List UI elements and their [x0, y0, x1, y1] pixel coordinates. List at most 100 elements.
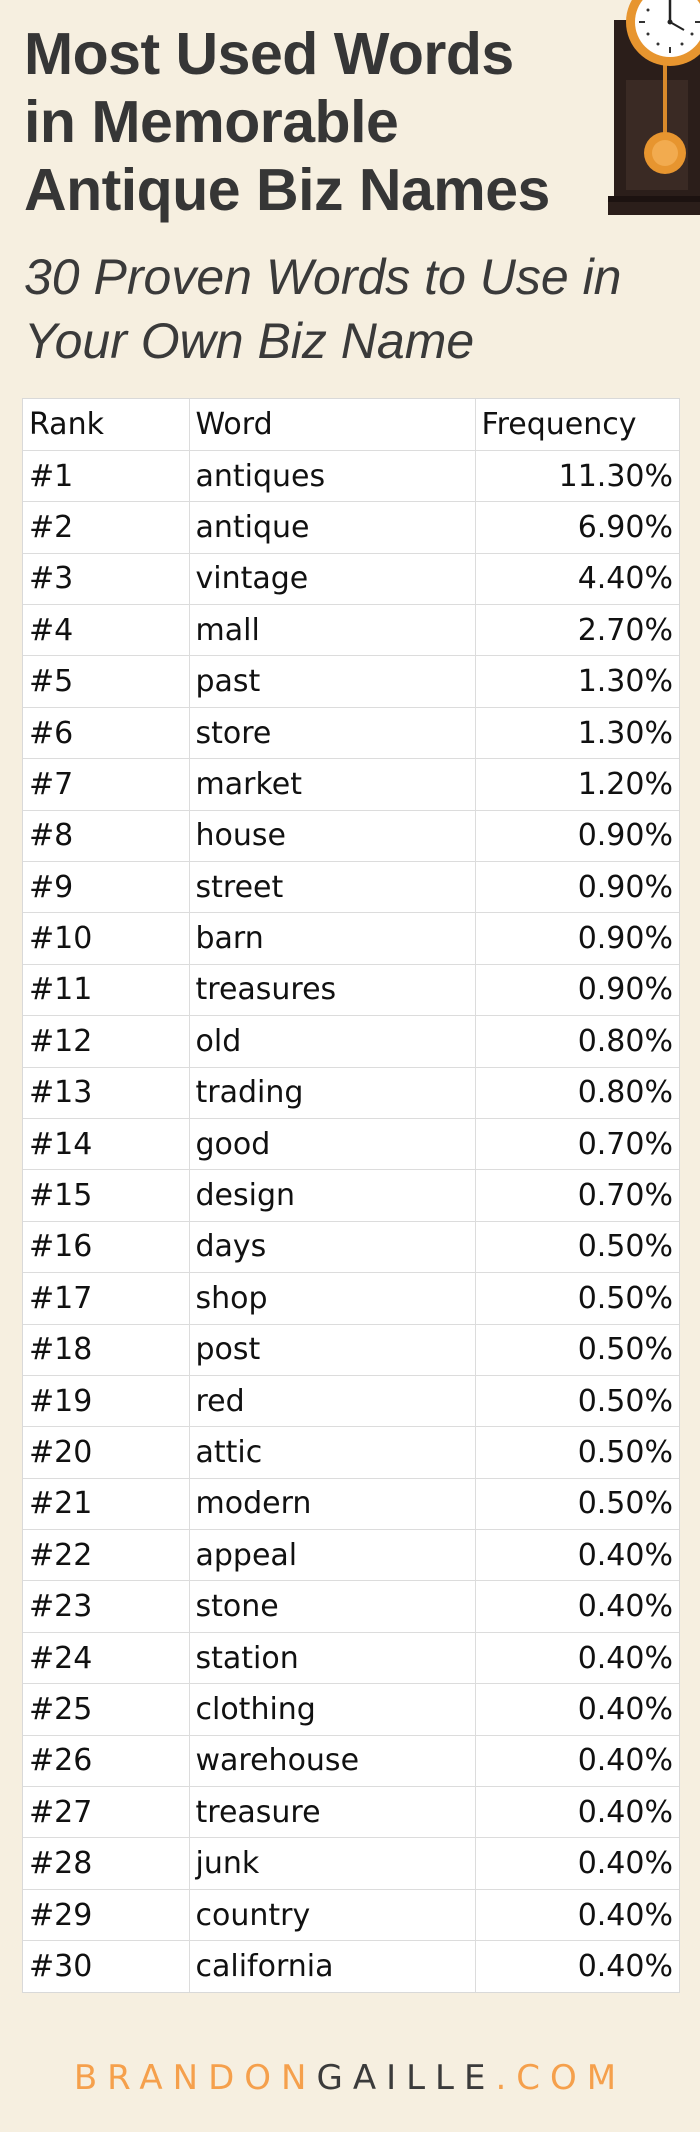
- title-line-1: Most Used Words: [24, 21, 514, 87]
- rank-cell: #28: [23, 1837, 190, 1890]
- frequency-cell: 0.40%: [475, 1837, 679, 1890]
- word-cell: modern: [189, 1478, 476, 1531]
- rank-cell: #14: [23, 1118, 190, 1171]
- table-row: #14 good 0.70%: [23, 1118, 679, 1171]
- table-row: #1 antiques 11.30%: [23, 450, 679, 503]
- word-cell: trading: [189, 1067, 476, 1119]
- word-cell: barn: [189, 912, 476, 965]
- frequency-cell: 0.70%: [475, 1118, 679, 1171]
- rank-cell: #27: [23, 1786, 190, 1839]
- word-cell: clothing: [189, 1683, 476, 1736]
- rank-cell: #12: [23, 1015, 190, 1068]
- word-cell: street: [189, 861, 476, 914]
- word-cell: red: [189, 1375, 476, 1428]
- table-row: #23 stone 0.40%: [23, 1580, 679, 1633]
- table-row: #17 shop 0.50%: [23, 1272, 679, 1325]
- table-row: #20 attic 0.50%: [23, 1426, 679, 1479]
- word-cell: antique: [189, 501, 476, 554]
- title-line-3: Antique Biz Names: [24, 157, 550, 223]
- word-cell: station: [189, 1632, 476, 1685]
- frequency-cell: 0.40%: [475, 1683, 679, 1736]
- frequency-cell: 0.90%: [475, 964, 679, 1017]
- table-row: #22 appeal 0.40%: [23, 1529, 679, 1582]
- rank-cell: #16: [23, 1221, 190, 1274]
- frequency-cell: 0.90%: [475, 861, 679, 914]
- grandfather-clock-icon: [604, 0, 700, 220]
- word-cell: junk: [189, 1837, 476, 1890]
- rank-cell: #26: [23, 1735, 190, 1788]
- word-cell: appeal: [189, 1529, 476, 1582]
- table-row: #19 red 0.50%: [23, 1375, 679, 1428]
- table-body: #1 antiques 11.30% #2 antique 6.90% #3 vintage 4…: [23, 450, 679, 1993]
- table-row: #8 house 0.90%: [23, 810, 679, 863]
- footer-brand-part-3: .COM: [495, 2058, 627, 2098]
- rank-cell: #4: [23, 604, 190, 657]
- frequency-cell: 2.70%: [475, 604, 679, 657]
- frequency-cell: 0.40%: [475, 1529, 679, 1582]
- rank-cell: #11: [23, 964, 190, 1017]
- table-row: #27 treasure 0.40%: [23, 1786, 679, 1839]
- rank-cell: #24: [23, 1632, 190, 1685]
- table-row: #25 clothing 0.40%: [23, 1683, 679, 1736]
- rank-cell: #29: [23, 1889, 190, 1942]
- rank-cell: #13: [23, 1067, 190, 1119]
- table-row: #11 treasures 0.90%: [23, 964, 679, 1017]
- table-row: #4 mall 2.70%: [23, 604, 679, 657]
- frequency-cell: 0.40%: [475, 1632, 679, 1685]
- frequency-cell: 6.90%: [475, 501, 679, 554]
- rank-cell: #7: [23, 758, 190, 811]
- table-row: #18 post 0.50%: [23, 1324, 679, 1376]
- table-row: #6 store 1.30%: [23, 707, 679, 760]
- column-header-frequency: Frequency: [475, 399, 679, 451]
- table-row: #12 old 0.80%: [23, 1015, 679, 1068]
- rank-cell: #30: [23, 1940, 190, 1993]
- word-cell: good: [189, 1118, 476, 1171]
- rank-cell: #5: [23, 655, 190, 708]
- page-subtitle: 30 Proven Words to Use in Your Own Biz N…: [24, 245, 622, 373]
- table-row: #16 days 0.50%: [23, 1221, 679, 1274]
- footer-brand-part-1: BRANDON: [73, 2058, 317, 2098]
- frequency-cell: 1.30%: [475, 655, 679, 708]
- data-table: Rank Word Frequency #1 antiques 11.30% #2 an…: [23, 399, 679, 1993]
- table-row: #3 vintage 4.40%: [23, 553, 679, 606]
- word-frequency-table: Rank Word Frequency #1 antiques 11.30% #2 an…: [22, 398, 680, 1994]
- word-cell: treasure: [189, 1786, 476, 1839]
- frequency-cell: 0.90%: [475, 912, 679, 965]
- frequency-cell: 11.30%: [475, 450, 679, 503]
- brand-footer: BRANDONGAILLE.COM: [0, 2058, 700, 2098]
- rank-cell: #2: [23, 501, 190, 554]
- frequency-cell: 0.40%: [577, 1949, 673, 1985]
- frequency-cell: 4.40%: [475, 553, 679, 606]
- rank-cell: #18: [23, 1324, 190, 1376]
- column-header-word: Word: [189, 399, 476, 451]
- table-header-row: Rank Word Frequency: [23, 399, 679, 451]
- rank-cell: #22: [23, 1529, 190, 1582]
- frequency-cell: 1.20%: [475, 758, 679, 811]
- table-row: #28 junk 0.40%: [23, 1837, 679, 1890]
- rank-cell: #6: [23, 707, 190, 760]
- rank-cell: #15: [23, 1169, 190, 1222]
- rank-cell: #10: [23, 912, 190, 965]
- frequency-cell: 0.70%: [475, 1169, 679, 1222]
- word-cell: country: [189, 1889, 476, 1942]
- frequency-cell: 0.40%: [475, 1735, 679, 1788]
- frequency-cell: 0.50%: [475, 1272, 679, 1325]
- title-line-2: in Memorable: [24, 89, 399, 155]
- subtitle-line-2: Your Own Biz Name: [24, 313, 475, 369]
- table-row: #10 barn 0.90%: [23, 912, 679, 965]
- word-cell: vintage: [189, 553, 476, 606]
- word-cell: house: [189, 810, 476, 863]
- frequency-cell: 0.80%: [475, 1015, 679, 1068]
- frequency-cell: 0.40%: [475, 1786, 679, 1839]
- rank-cell: #17: [23, 1272, 190, 1325]
- column-header-rank: Rank: [23, 399, 190, 451]
- word-cell: shop: [189, 1272, 476, 1325]
- word-cell: antiques: [189, 450, 476, 503]
- frequency-cell: 0.50%: [475, 1221, 679, 1274]
- rank-cell: #25: [23, 1683, 190, 1736]
- rank-cell: #1: [23, 450, 190, 503]
- table-row: #29 country 0.40%: [23, 1889, 679, 1942]
- word-cell: stone: [189, 1580, 476, 1633]
- word-cell: past: [189, 655, 476, 708]
- table-row: #15 design 0.70%: [23, 1169, 679, 1222]
